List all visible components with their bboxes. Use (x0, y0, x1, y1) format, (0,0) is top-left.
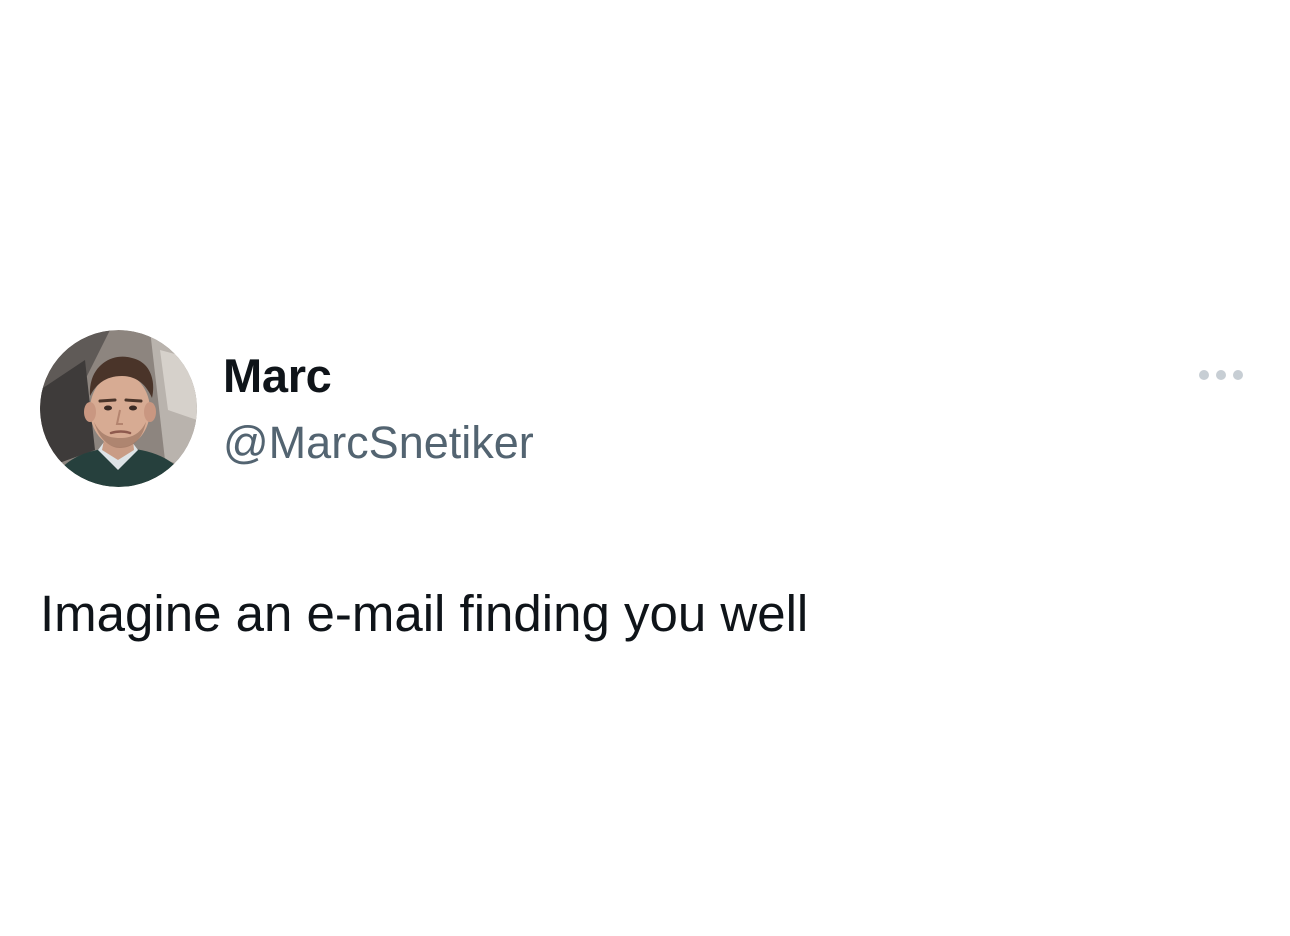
tweet-text: Imagine an e-mail finding you well (40, 585, 809, 642)
profile-photo (40, 330, 197, 487)
avatar[interactable] (40, 330, 197, 487)
author-display-name[interactable]: Marc (223, 348, 332, 404)
author-handle[interactable]: @MarcSnetiker (223, 415, 534, 471)
more-options-button[interactable] (1193, 360, 1249, 390)
more-horizontal-icon (1199, 370, 1243, 380)
tweet-card: Marc @MarcSnetiker Imagine an e-mail fin… (0, 0, 1290, 936)
